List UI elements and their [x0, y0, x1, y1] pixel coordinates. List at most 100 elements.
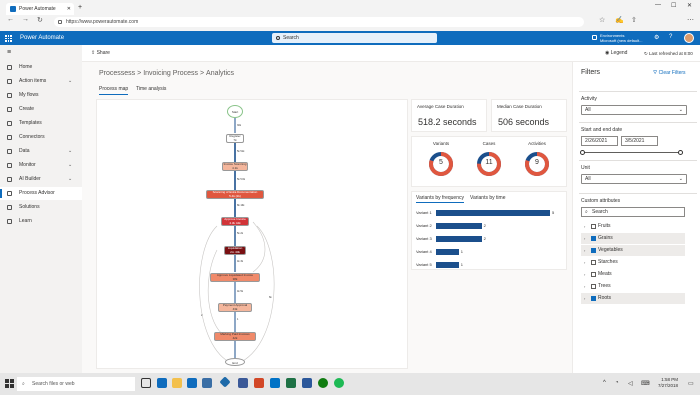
close-window-icon[interactable]: ✕ [687, 2, 692, 9]
attribute-checkbox[interactable] [591, 296, 596, 301]
volume-icon[interactable]: ◁ [628, 380, 633, 387]
more-icon[interactable]: ⋯ [687, 16, 694, 24]
keyboard-icon[interactable]: ⌨ [641, 380, 650, 387]
chevron-right-icon[interactable]: › [584, 257, 585, 268]
map-node[interactable]: Payment Approval 43k [218, 303, 252, 312]
sidebar-item-ai-builder[interactable]: AI Builder ⌄ [0, 173, 82, 186]
collections-icon[interactable]: ✍ [615, 16, 624, 24]
network-icon[interactable]: ◔ [615, 380, 619, 386]
attribute-meats[interactable]: › Meats [581, 269, 685, 280]
chevron-down-icon[interactable]: ⌄ [68, 75, 72, 88]
end-date-field[interactable]: 3/5/2021 [621, 136, 658, 146]
taskbar-clock[interactable]: 1:58 PM 7/27/2018 [658, 377, 678, 389]
refresh-icon[interactable]: ↻ [37, 16, 43, 24]
map-node[interactable]: Invoice Scanning 4.1k [222, 162, 248, 171]
attribute-search-input[interactable]: ⌕ Search [581, 207, 685, 217]
bar[interactable] [436, 223, 482, 229]
chevron-right-icon[interactable]: › [584, 245, 585, 256]
favorites-icon[interactable]: ☆ [599, 16, 605, 24]
chevron-down-icon[interactable]: ⌄ [68, 145, 72, 158]
settings-icon[interactable]: ⚙ [654, 34, 659, 41]
attribute-checkbox[interactable] [591, 260, 596, 265]
notifications-icon[interactable]: ▭ [688, 380, 694, 387]
close-tab-icon[interactable]: ✕ [67, 3, 71, 15]
excel-icon[interactable] [286, 378, 296, 388]
attribute-checkbox[interactable] [591, 236, 596, 241]
clear-filters-button[interactable]: ⛛ Clear Filters [653, 70, 686, 76]
process-map-canvas[interactable]: Start Register 7k Invoice Scanning 4.1k Scann… [96, 99, 408, 369]
file-explorer-icon[interactable] [172, 378, 182, 388]
map-start-node[interactable]: Start [227, 105, 243, 118]
date-range-slider[interactable] [582, 152, 680, 153]
attribute-checkbox[interactable] [591, 272, 596, 277]
attribute-grains[interactable]: › Grains [581, 233, 685, 244]
bar[interactable] [436, 210, 550, 216]
attribute-trees[interactable]: › Trees [581, 281, 685, 292]
sidebar-item-monitor[interactable]: Monitor ⌄ [0, 159, 82, 172]
forward-icon[interactable]: → [22, 16, 29, 23]
address-bar[interactable]: https://www.powerautomate.com [54, 17, 584, 27]
outlook-icon[interactable] [270, 378, 280, 388]
attribute-roots[interactable]: › Roots [581, 293, 685, 304]
attribute-checkbox[interactable] [591, 248, 596, 253]
global-search-input[interactable]: Search [272, 33, 437, 43]
tray-chevron-icon[interactable]: ^ [603, 380, 606, 386]
map-node[interactable]: Approve Liquidated Invoice 38k [210, 273, 260, 282]
sidebar-item-connectors[interactable]: Connectors [0, 131, 82, 144]
chevron-right-icon[interactable]: › [584, 281, 585, 292]
sidebar-item-home[interactable]: Home [0, 61, 82, 74]
chevron-down-icon[interactable]: ⌄ [68, 159, 72, 172]
map-node[interactable]: Marking Paid Invoices 42k [214, 332, 256, 341]
sidebar-item-learn[interactable]: Learn [0, 215, 82, 228]
word-icon[interactable] [302, 378, 312, 388]
chevron-right-icon[interactable]: › [584, 269, 585, 280]
photos-icon[interactable] [202, 378, 212, 388]
task-view-icon[interactable] [141, 378, 151, 388]
app-launcher-icon[interactable] [5, 35, 12, 42]
attribute-checkbox[interactable] [591, 284, 596, 289]
map-node[interactable]: Approve Invoice 4.3k 44k [221, 217, 249, 226]
sidebar-item-action-items[interactable]: Action items ⌄ [0, 75, 82, 88]
chevron-right-icon[interactable]: › [584, 293, 585, 304]
share-browser-icon[interactable]: ⇧ [631, 16, 637, 24]
power-automate-icon[interactable] [219, 376, 231, 388]
edge-icon[interactable] [157, 378, 167, 388]
tab-time-analysis[interactable]: Time analysis [136, 86, 166, 92]
share-button[interactable]: ⇪ Share [91, 45, 110, 62]
attribute-fruits[interactable]: › Fruits [581, 221, 685, 232]
browser-tab[interactable]: Power Automate ✕ [6, 3, 74, 15]
map-node[interactable]: Liquidation 2m 40k [224, 246, 246, 255]
new-tab-button[interactable]: + [78, 3, 82, 13]
taskbar-search-input[interactable]: ⌕ Search files or web [17, 377, 135, 391]
hamburger-icon[interactable]: ≡ [7, 49, 11, 56]
unit-select[interactable]: All ⌄ [581, 174, 687, 184]
user-avatar[interactable] [684, 33, 694, 43]
store-icon[interactable] [187, 378, 197, 388]
spotify-icon[interactable] [334, 378, 344, 388]
sidebar-item-templates[interactable]: Templates [0, 117, 82, 130]
breadcrumb-process[interactable]: Invoicing Process [143, 70, 198, 77]
tab-variants-time[interactable]: Variants by time [470, 195, 505, 201]
minimize-icon[interactable]: — [655, 2, 661, 8]
chevron-down-icon[interactable]: ⌄ [68, 173, 72, 186]
back-icon[interactable]: ← [7, 16, 14, 23]
sidebar-item-process-advisor[interactable]: Process Advisor [0, 187, 82, 200]
sidebar-item-data[interactable]: Data ⌄ [0, 145, 82, 158]
environment-picker[interactable]: Environments Microsoft (new default... [600, 33, 642, 43]
facebook-icon[interactable] [238, 378, 248, 388]
start-date-field[interactable]: 2/26/2021 [581, 136, 618, 146]
bar[interactable] [436, 262, 459, 268]
chevron-right-icon[interactable]: › [584, 233, 585, 244]
tab-process-map[interactable]: Process map [99, 86, 129, 95]
bar[interactable] [436, 249, 459, 255]
windows-start-icon[interactable] [5, 379, 14, 388]
tab-variants-frequency[interactable]: Variants by frequency [416, 195, 464, 203]
slider-end-handle[interactable] [678, 150, 683, 155]
attribute-starches[interactable]: › Starches [581, 257, 685, 268]
map-node[interactable]: Register 7k [226, 134, 244, 143]
map-node[interactable]: Scanning of Extra Documentation 5.4k (2k) [206, 190, 264, 199]
xbox-icon[interactable] [318, 378, 328, 388]
sidebar-item-solutions[interactable]: Solutions [0, 201, 82, 214]
help-icon[interactable]: ? [669, 34, 672, 40]
sidebar-item-my-flows[interactable]: My flows [0, 89, 82, 102]
